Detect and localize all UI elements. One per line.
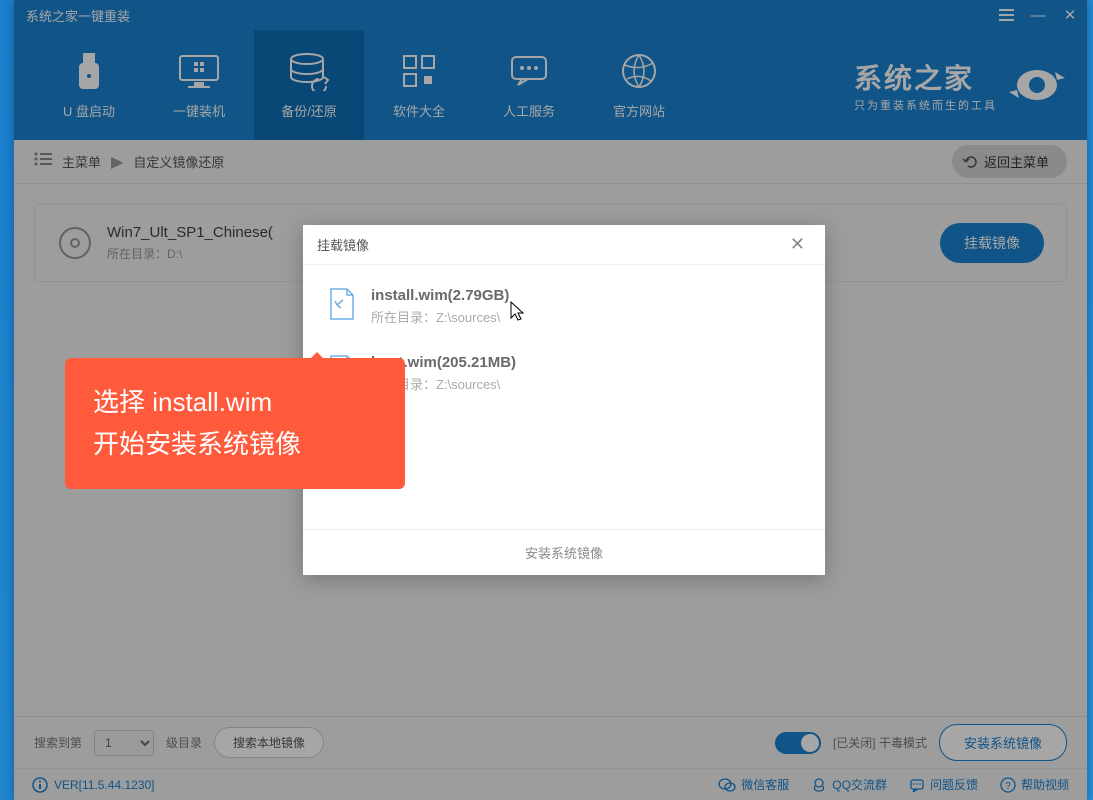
chat-icon (506, 51, 552, 91)
close-icon[interactable]: ✕ (1061, 6, 1079, 24)
modal-close-icon[interactable]: ✕ (784, 234, 811, 255)
wechat-icon (718, 777, 736, 793)
version-text: VER[11.5.44.1230] (54, 778, 155, 792)
toolbar-item-install[interactable]: 一键装机 (144, 30, 254, 140)
toolbar-label: U 盘启动 (63, 101, 115, 120)
backup-icon (286, 51, 332, 91)
app-window: 系统之家一键重装 — ✕ U 盘启动 一键装机 备份/还原 (14, 0, 1087, 800)
callout-line1: 选择 install.wim (93, 382, 377, 424)
bottom-bar: 搜索到第 1 级目录 搜索本地镜像 [已关闭] 干毒模式 安装系统镜像 (14, 716, 1087, 768)
toolbar-item-usb[interactable]: U 盘启动 (34, 30, 144, 140)
status-bar: VER[11.5.44.1230] 微信客服 QQ交流群 问题反馈 ? 帮助视频 (14, 768, 1087, 800)
modal-item-info: install.wim(2.79GB) 所在目录：Z:\sources\ (371, 287, 509, 326)
status-links: 微信客服 QQ交流群 问题反馈 ? 帮助视频 (718, 776, 1069, 793)
breadcrumb-bar: 主菜单 ▶ 自定义镜像还原 返回主菜单 (14, 140, 1087, 184)
search-local-button[interactable]: 搜索本地镜像 (214, 727, 324, 758)
undo-icon (962, 155, 978, 169)
mount-button[interactable]: 挂载镜像 (940, 223, 1044, 263)
level-label: 级目录 (166, 734, 202, 751)
toolbar-item-backup[interactable]: 备份/还原 (254, 30, 364, 140)
modal-title: 挂载镜像 (317, 235, 369, 254)
monitor-icon (176, 51, 222, 91)
globe-icon (616, 51, 662, 91)
modal-footer-button[interactable]: 安装系统镜像 (303, 529, 825, 575)
callout-line2: 开始安装系统镜像 (93, 424, 377, 466)
brand-sub: 只为重装系统而生的工具 (854, 97, 997, 113)
feedback-icon (909, 777, 925, 793)
usb-icon (66, 51, 112, 91)
toggle-label: [已关闭] 干毒模式 (833, 734, 927, 751)
feedback-link[interactable]: 问题反馈 (909, 776, 978, 793)
back-main-button[interactable]: 返回主菜单 (952, 145, 1067, 178)
toolbar-label: 软件大全 (393, 101, 445, 120)
version: VER[11.5.44.1230] (32, 777, 155, 793)
svg-text:?: ? (1005, 781, 1011, 792)
apps-icon (396, 51, 442, 91)
titlebar: 系统之家一键重装 — ✕ (14, 0, 1087, 30)
wechat-link[interactable]: 微信客服 (718, 776, 789, 793)
file-icon (327, 287, 357, 321)
toolbar-label: 人工服务 (503, 101, 555, 120)
toolbar-item-software[interactable]: 软件大全 (364, 30, 474, 140)
modal-header: 挂载镜像 ✕ (303, 225, 825, 265)
toolbar-label: 备份/还原 (281, 101, 337, 120)
level-select[interactable]: 1 (94, 730, 154, 756)
virus-toggle[interactable] (775, 732, 821, 754)
search-label: 搜索到第 (34, 734, 82, 751)
qq-icon (811, 777, 827, 793)
modal-item-path: 所在目录：Z:\sources\ (371, 307, 509, 326)
modal-item-install-wim[interactable]: install.wim(2.79GB) 所在目录：Z:\sources\ (327, 277, 801, 344)
help-icon: ? (1000, 777, 1016, 793)
window-title: 系统之家一键重装 (26, 6, 130, 25)
modal-item-name: install.wim(2.79GB) (371, 287, 509, 304)
back-label: 返回主菜单 (984, 152, 1049, 171)
help-link[interactable]: ? 帮助视频 (1000, 776, 1069, 793)
install-image-button[interactable]: 安装系统镜像 (939, 724, 1067, 761)
brand-main: 系统之家 (854, 57, 997, 97)
qq-link[interactable]: QQ交流群 (811, 776, 887, 793)
chevron-right-icon: ▶ (111, 152, 123, 172)
toolbar: U 盘启动 一键装机 备份/还原 软件大全 人工服务 (14, 30, 1087, 140)
toolbar-label: 一键装机 (173, 101, 225, 120)
list-icon (34, 152, 52, 171)
minimize-icon[interactable]: — (1029, 6, 1047, 24)
menu-icon[interactable] (997, 6, 1015, 24)
toolbar-item-service[interactable]: 人工服务 (474, 30, 584, 140)
toolbar-item-website[interactable]: 官方网站 (584, 30, 694, 140)
brand-logo-icon (1007, 60, 1067, 110)
toolbar-label: 官方网站 (613, 101, 665, 120)
disc-icon (57, 225, 93, 261)
tutorial-callout: 选择 install.wim 开始安装系统镜像 (65, 358, 405, 489)
brand-text: 系统之家 只为重装系统而生的工具 (854, 57, 997, 113)
titlebar-controls: — ✕ (997, 6, 1079, 24)
info-icon (32, 777, 48, 793)
breadcrumb-current: 自定义镜像还原 (133, 152, 224, 171)
breadcrumb-main[interactable]: 主菜单 (62, 152, 101, 171)
brand: 系统之家 只为重装系统而生的工具 (854, 57, 1067, 113)
